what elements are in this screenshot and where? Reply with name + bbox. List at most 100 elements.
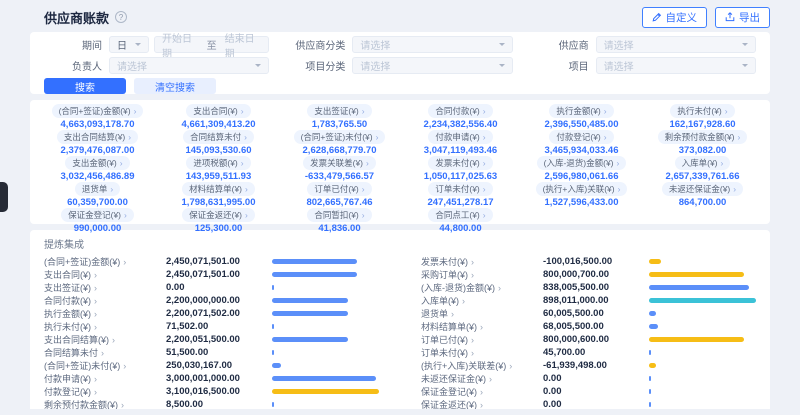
metric-label[interactable]: 执行未付(¥) (670, 104, 734, 118)
metric-label[interactable]: 付款登记(¥) (549, 130, 613, 144)
summary-row-label[interactable]: 付款登记(¥) (44, 385, 160, 398)
summary-row-label[interactable]: (入库-退货)金额(¥) (421, 281, 537, 294)
summary-row: (合同+签证)未付(¥) 250,030,167.00 (44, 359, 379, 372)
summary-row-label[interactable]: 付款申请(¥) (44, 372, 160, 385)
metric-card[interactable]: 材料结算单(¥) 1,798,631,995.00 (161, 182, 276, 208)
summary-row-label[interactable]: 发票未付(¥) (421, 255, 537, 268)
metric-label[interactable]: 支出合同结算(¥) (57, 130, 138, 144)
filter-select[interactable]: 请选择 (596, 57, 756, 74)
metric-label[interactable]: 进项税额(¥) (186, 156, 250, 170)
period-date-range[interactable]: 开始日期 至 结束日期 (154, 36, 269, 53)
bar-fill (272, 272, 357, 277)
metric-label[interactable]: 合同点工(¥) (428, 208, 492, 222)
metric-card[interactable]: 支出合同(¥) 4,661,309,413.20 (161, 104, 276, 130)
summary-row-label[interactable]: 执行未付(¥) (44, 320, 160, 333)
metric-card[interactable]: 合同结算未付 145,093,530.60 (161, 130, 276, 156)
summary-row-value: 0.00 (166, 282, 266, 293)
metric-label[interactable]: 剩余预付款金额(¥) (658, 130, 748, 144)
metric-card[interactable]: 执行未付(¥) 162,167,928.60 (645, 104, 760, 130)
metric-card[interactable]: 付款申请(¥) 3,047,119,493.46 (403, 130, 518, 156)
metric-card[interactable]: 发票关联差(¥) -633,479,566.57 (282, 156, 397, 182)
metric-label[interactable]: (合同+签证)未付(¥) (294, 130, 386, 144)
help-icon[interactable]: ? (115, 11, 127, 23)
summary-row-label[interactable]: 执行金额(¥) (44, 307, 160, 320)
metric-label[interactable]: 执行金额(¥) (549, 104, 613, 118)
clear-search-button[interactable]: 清空搜索 (134, 78, 216, 94)
metric-card[interactable]: 发票未付(¥) 1,050,117,025.63 (403, 156, 518, 182)
metric-card[interactable]: (执行+入库)关联(¥) 1,527,596,433.00 (524, 182, 639, 208)
metric-label[interactable]: 合同暂扣(¥) (307, 208, 371, 222)
metric-card[interactable]: 保证金登记(¥) 990,000.00 (40, 208, 155, 234)
metric-card[interactable]: (合同+签证)未付(¥) 2,628,668,779.70 (282, 130, 397, 156)
summary-row-label[interactable]: (合同+签证)未付(¥) (44, 359, 160, 372)
summary-row-label[interactable]: 支出合同结算(¥) (44, 333, 160, 346)
metric-card[interactable]: 入库单(¥) 2,657,339,761.66 (645, 156, 760, 182)
bar-fill (649, 259, 661, 264)
summary-row-label[interactable]: 剩余预付款金额(¥) (44, 398, 160, 409)
metric-label[interactable]: (入库-退货)金额(¥) (537, 156, 627, 170)
filter-select[interactable]: 请选择 (352, 36, 512, 53)
metric-card[interactable]: 执行金额(¥) 2,396,550,485.00 (524, 104, 639, 130)
metric-label[interactable]: 订单已付(¥) (307, 182, 371, 196)
metric-label[interactable]: (执行+入库)关联(¥) (536, 182, 628, 196)
metric-card[interactable]: 订单已付(¥) 802,665,767.46 (282, 182, 397, 208)
summary-row-label[interactable]: 退货单 (421, 307, 537, 320)
metric-label[interactable]: 付款申请(¥) (428, 130, 492, 144)
summary-row-label[interactable]: 未返还保证金(¥) (421, 372, 537, 385)
summary-row-label[interactable]: 入库单(¥) (421, 294, 537, 307)
metric-card[interactable]: 支出金额(¥) 3,032,456,486.89 (40, 156, 155, 182)
metric-label[interactable]: (合同+签证)金额(¥) (52, 104, 144, 118)
filter-select[interactable]: 请选择 (596, 36, 756, 53)
metric-card[interactable]: 合同暂扣(¥) 41,836.00 (282, 208, 397, 234)
metric-card[interactable]: 订单未付(¥) 247,451,278.17 (403, 182, 518, 208)
summary-row-label[interactable]: 保证金返还(¥) (421, 398, 537, 409)
bar-fill (272, 402, 274, 407)
metric-label[interactable]: 发票关联差(¥) (303, 156, 376, 170)
summary-row-label[interactable]: 保证金登记(¥) (421, 385, 537, 398)
summary-row-label[interactable]: 订单已付(¥) (421, 333, 537, 346)
metric-label[interactable]: 订单未付(¥) (428, 182, 492, 196)
metric-card[interactable]: 未返还保证金(¥) 864,700.00 (645, 182, 760, 208)
metric-card[interactable]: 合同付款(¥) 2,234,382,556.40 (403, 104, 518, 130)
filter-grid: 期间 日 开始日期 至 结束日期 供应商分类 请选择 (44, 36, 756, 74)
metric-label[interactable]: 发票未付(¥) (428, 156, 492, 170)
summary-row-label[interactable]: (执行+入库)关联差(¥) (421, 359, 537, 372)
summary-row-label[interactable]: 订单未付(¥) (421, 346, 537, 359)
metric-label[interactable]: 保证金登记(¥) (61, 208, 134, 222)
metric-card[interactable]: 剩余预付款金额(¥) 373,082.00 (645, 130, 760, 156)
metric-label[interactable]: 支出合同(¥) (186, 104, 250, 118)
filter-select[interactable]: 请选择 (352, 57, 512, 74)
summary-row-label[interactable]: 合同付款(¥) (44, 294, 160, 307)
summary-row-label[interactable]: 材料结算单(¥) (421, 320, 537, 333)
search-button[interactable]: 搜索 (44, 78, 126, 94)
summary-row-label[interactable]: 采购订单(¥) (421, 268, 537, 281)
summary-row-label[interactable]: 合同结算未付 (44, 346, 160, 359)
metric-card[interactable]: 合同点工(¥) 44,800.00 (403, 208, 518, 234)
metric-card[interactable]: 退货单 60,359,700.00 (40, 182, 155, 208)
metric-label[interactable]: 入库单(¥) (675, 156, 731, 170)
metric-label[interactable]: 未返还保证金(¥) (662, 182, 743, 196)
metric-label[interactable]: 材料结算单(¥) (182, 182, 255, 196)
metric-card[interactable]: 支出合同结算(¥) 2,379,476,087.00 (40, 130, 155, 156)
metric-label[interactable]: 保证金返还(¥) (182, 208, 255, 222)
customize-button[interactable]: 自定义 (642, 7, 708, 28)
metric-card[interactable]: (合同+签证)金额(¥) 4,663,093,178.70 (40, 104, 155, 130)
summary-row-label[interactable]: (合同+签证)金额(¥) (44, 255, 160, 268)
summary-row-label[interactable]: 支出签证(¥) (44, 281, 160, 294)
metric-label[interactable]: 支出金额(¥) (65, 156, 129, 170)
metric-label[interactable]: 退货单 (75, 182, 120, 196)
metric-card[interactable]: (入库-退货)金额(¥) 2,596,980,061.66 (524, 156, 639, 182)
filter-select[interactable]: 请选择 (109, 57, 269, 74)
metric-card[interactable]: 支出签证(¥) 1,783,765.50 (282, 104, 397, 130)
metric-label[interactable]: 支出签证(¥) (307, 104, 371, 118)
summary-row: (入库-退货)金额(¥) 838,005,500.00 (421, 281, 756, 294)
side-panel-handle[interactable] (0, 182, 8, 212)
metric-label[interactable]: 合同结算未付 (183, 130, 254, 144)
metric-card[interactable]: 保证金返还(¥) 125,300.00 (161, 208, 276, 234)
export-button[interactable]: 导出 (715, 7, 770, 28)
metric-card[interactable]: 付款登记(¥) 3,465,934,033.46 (524, 130, 639, 156)
metric-card[interactable]: 进项税额(¥) 143,959,511.93 (161, 156, 276, 182)
metric-label[interactable]: 合同付款(¥) (428, 104, 492, 118)
period-unit-select[interactable]: 日 (109, 36, 149, 53)
summary-row-label[interactable]: 支出合同(¥) (44, 268, 160, 281)
